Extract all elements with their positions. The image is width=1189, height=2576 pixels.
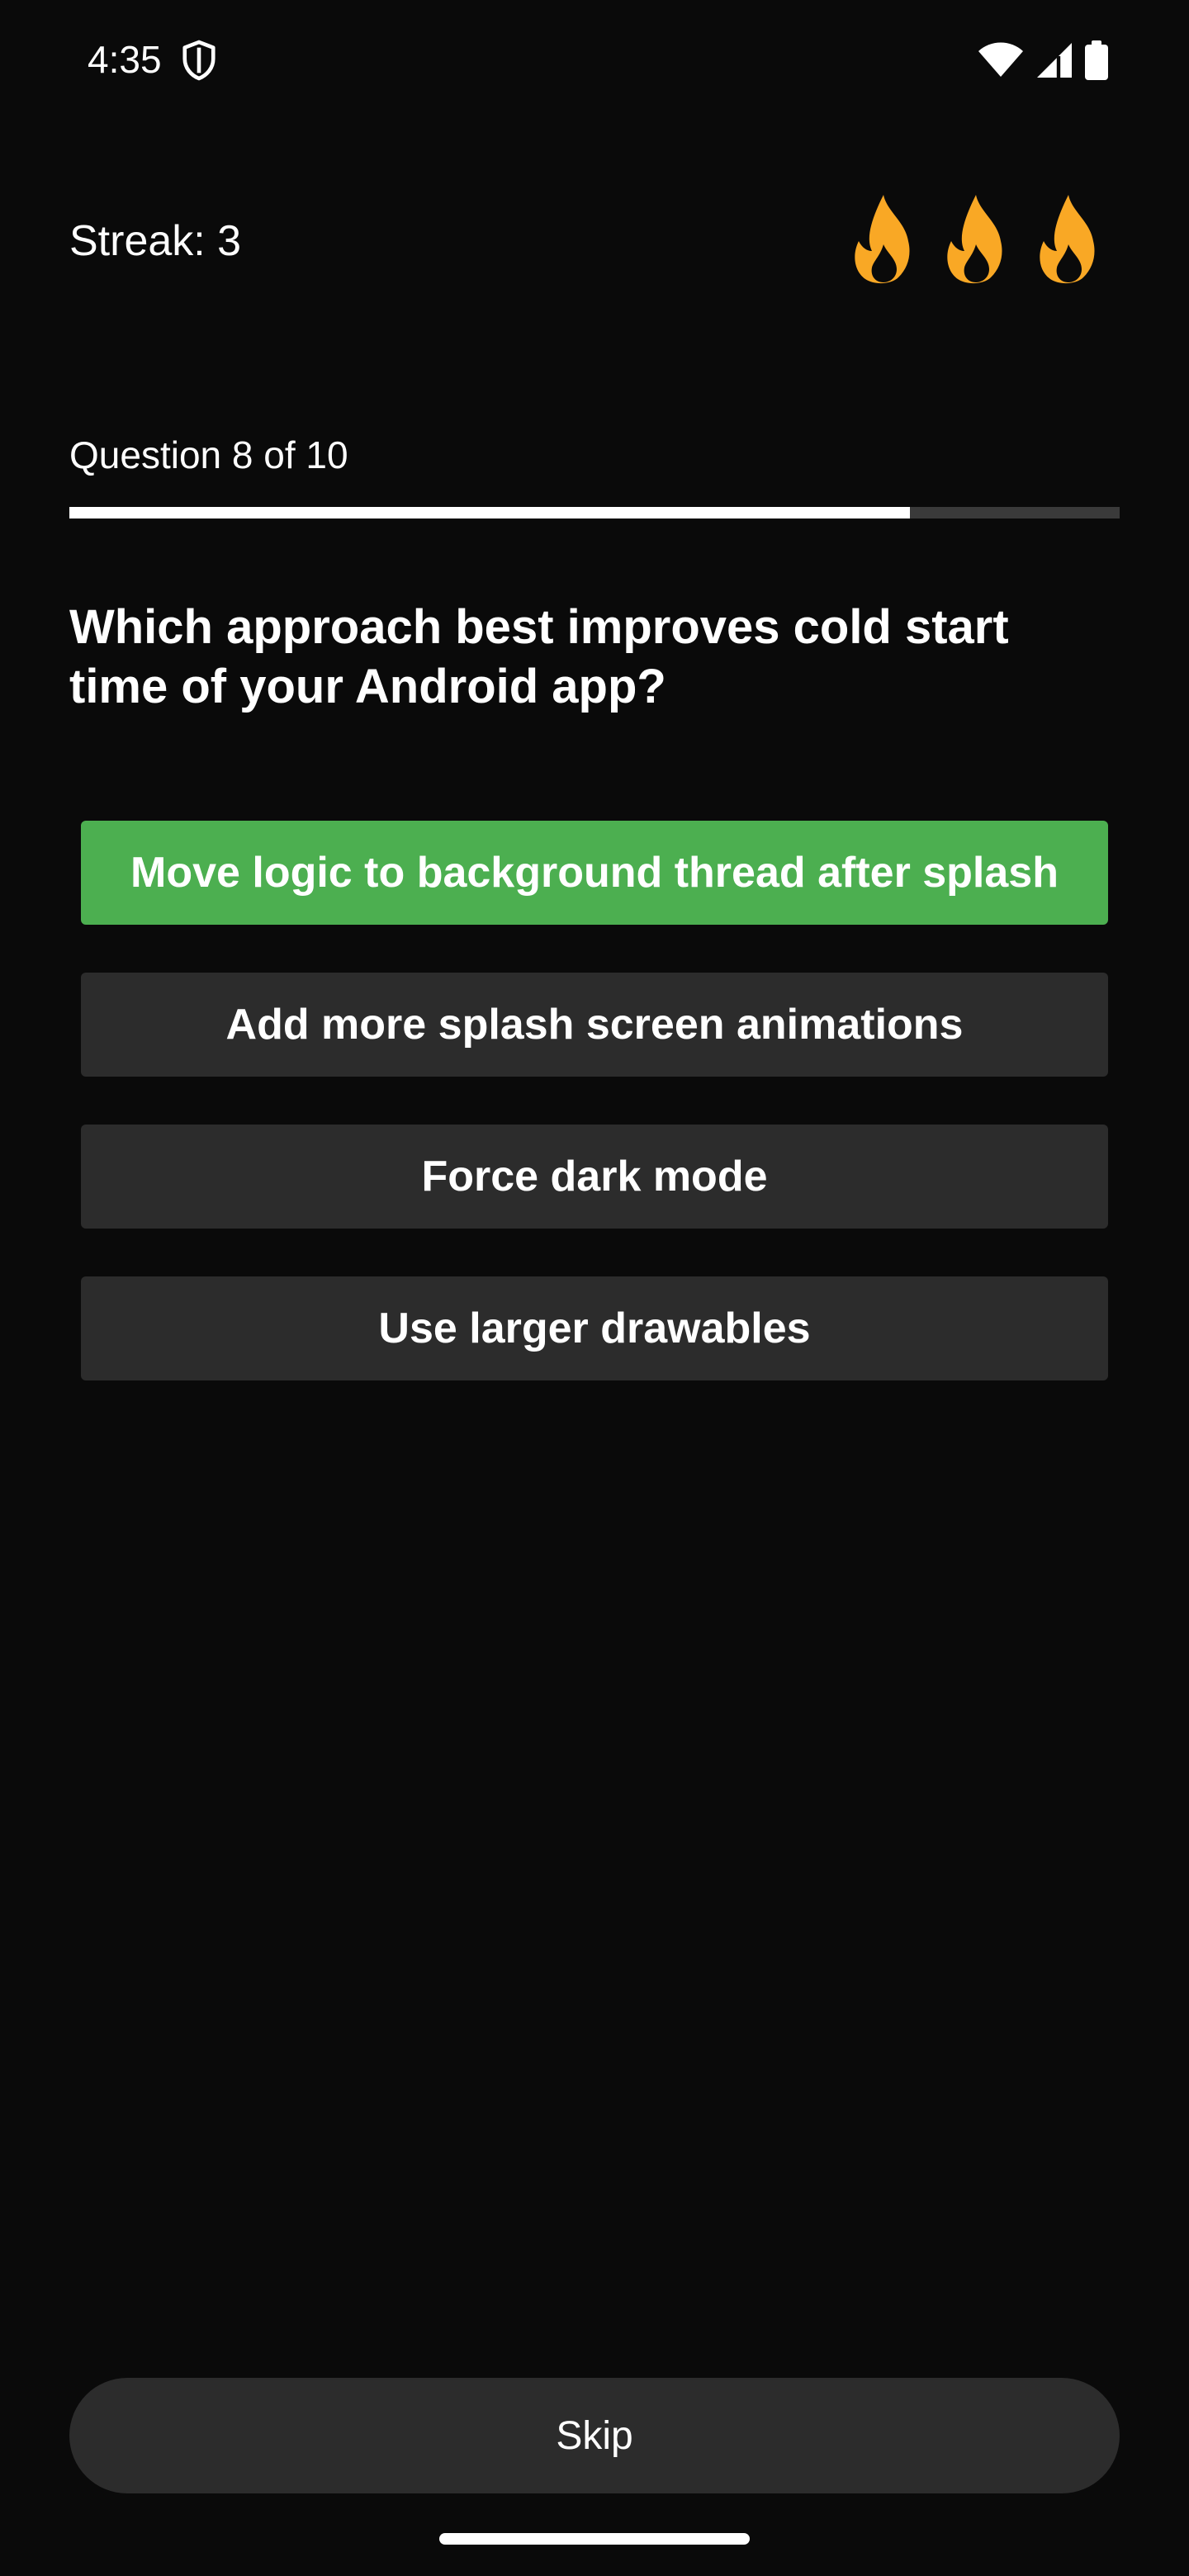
answer-button-3[interactable]: Force dark mode <box>81 1125 1108 1229</box>
flame-icon <box>1040 195 1095 284</box>
cellular-signal-icon <box>1037 43 1072 78</box>
status-bar: 4:35 <box>0 0 1189 119</box>
answer-list: Move logic to background thread after sp… <box>81 821 1108 1428</box>
wifi-icon <box>978 42 1023 77</box>
streak-flames <box>842 192 1110 287</box>
streak-label: Streak: 3 <box>69 217 242 265</box>
answer-button-1[interactable]: Move logic to background thread after sp… <box>81 821 1108 925</box>
home-indicator[interactable] <box>439 2533 750 2545</box>
status-icons <box>978 40 1108 81</box>
flame-icon <box>947 195 1002 284</box>
progress-bar <box>69 507 1120 519</box>
battery-icon <box>1085 40 1108 80</box>
answer-button-2[interactable]: Add more splash screen animations <box>81 973 1108 1077</box>
progress-fill <box>69 507 910 519</box>
flame-icon <box>855 195 910 284</box>
question-text: Which approach best improves cold start … <box>69 600 1009 713</box>
status-time: 4:35 <box>88 38 162 81</box>
skip-button[interactable]: Skip <box>69 2378 1120 2493</box>
shield-icon <box>182 40 216 81</box>
progress-label: Question 8 of 10 <box>69 433 348 476</box>
quiz-screen: 4:35 Streak: 3 Question 8 of 10 Which ap… <box>0 0 1189 2576</box>
answer-button-4[interactable]: Use larger drawables <box>81 1276 1108 1380</box>
